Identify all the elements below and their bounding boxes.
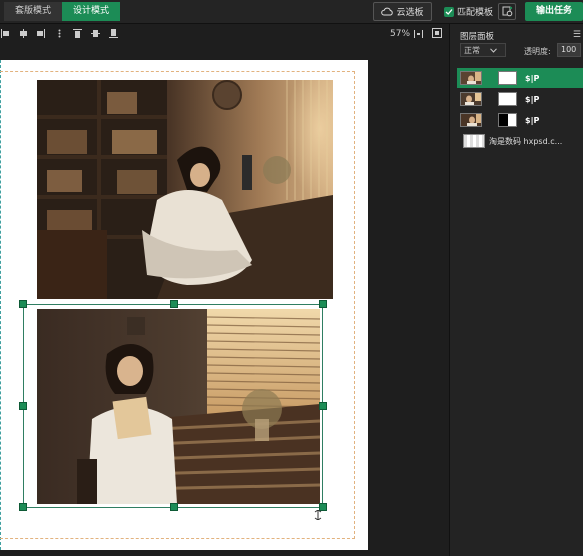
layer-item[interactable]: $|P bbox=[457, 89, 583, 109]
more-dots-icon[interactable] bbox=[54, 28, 64, 39]
layer-name: $|P bbox=[525, 115, 540, 125]
layer-item[interactable]: $|P bbox=[457, 68, 583, 88]
print-page[interactable] bbox=[0, 60, 368, 550]
resize-handle-left[interactable] bbox=[19, 402, 27, 410]
align-middle-v-icon[interactable] bbox=[90, 28, 100, 39]
layer-mask-thumbnail bbox=[498, 92, 517, 106]
match-template-checkbox[interactable]: 匹配模板 bbox=[444, 5, 493, 18]
blend-mode-select[interactable]: 正常 bbox=[460, 43, 506, 57]
resize-handle-top-left[interactable] bbox=[19, 300, 27, 308]
resize-handle-bottom[interactable] bbox=[170, 503, 178, 511]
align-top-icon[interactable] bbox=[72, 28, 82, 39]
fit-width-icon[interactable] bbox=[414, 29, 423, 39]
resize-handle-top[interactable] bbox=[170, 300, 178, 308]
match-template-label: 匹配模板 bbox=[457, 8, 494, 18]
selection-bounding-box[interactable] bbox=[19, 300, 327, 511]
export-task-button[interactable]: 输出任务 bbox=[525, 2, 583, 21]
blend-mode-value: 正常 bbox=[464, 45, 480, 55]
layer-name: $|P bbox=[525, 94, 540, 104]
cloud-icon bbox=[381, 7, 394, 16]
layer-item[interactable]: $|P bbox=[457, 110, 583, 130]
tab-design-mode[interactable]: 设计模式 bbox=[62, 2, 121, 21]
layer-name: 淘是数码 hxpsd.c... bbox=[489, 136, 563, 146]
settings-gear-icon bbox=[502, 6, 512, 17]
design-canvas[interactable] bbox=[0, 44, 449, 556]
resize-handle-right[interactable] bbox=[319, 402, 327, 410]
layers-panel: 图层面板 ☰ 正常 透明度: 100 $|P $|P $|P 淘是数码 hxps… bbox=[450, 24, 583, 556]
resize-handle-top-right[interactable] bbox=[319, 300, 327, 308]
layer-thumbnail bbox=[460, 92, 482, 106]
checkbox-checked-icon[interactable] bbox=[444, 6, 454, 17]
tab-template-mode[interactable]: 套版模式 bbox=[4, 2, 63, 21]
align-right-icon[interactable] bbox=[36, 28, 46, 39]
layer-mask-thumbnail bbox=[498, 113, 517, 127]
cloud-select-label: 云选板 bbox=[396, 8, 424, 18]
panel-menu-icon[interactable]: ☰ bbox=[573, 30, 581, 40]
align-tools bbox=[0, 28, 118, 39]
resize-handle-bottom-left[interactable] bbox=[19, 503, 27, 511]
layer-thumbnail bbox=[460, 71, 482, 85]
layer-thumbnail bbox=[460, 113, 482, 127]
opacity-label: 透明度: bbox=[524, 47, 551, 56]
top-bar: 套版模式 设计模式 云选板 匹配模板 输出任务 bbox=[0, 0, 583, 24]
template-settings-button[interactable] bbox=[498, 3, 516, 20]
layer-mask-thumbnail bbox=[498, 71, 517, 85]
fullscreen-icon[interactable] bbox=[432, 28, 442, 38]
chevron-down-icon bbox=[490, 47, 497, 53]
opacity-input[interactable]: 100 bbox=[557, 43, 581, 57]
layer-item-text[interactable]: 淘是数码 hxpsd.c... bbox=[457, 131, 583, 151]
cloud-select-button[interactable]: 云选板 bbox=[373, 2, 432, 21]
mode-tabs: 套版模式 设计模式 bbox=[4, 2, 121, 21]
girl-reading-bookshelf-photo[interactable] bbox=[37, 80, 333, 299]
align-center-h-icon[interactable] bbox=[18, 28, 28, 39]
layers-panel-header: 图层面板 ☰ bbox=[450, 28, 583, 42]
zoom-level[interactable]: 57% bbox=[390, 29, 410, 39]
align-bottom-icon[interactable] bbox=[108, 28, 118, 39]
canvas-toolbar: 57% bbox=[0, 24, 449, 44]
layers-panel-title: 图层面板 bbox=[460, 32, 495, 42]
align-left-icon[interactable] bbox=[0, 28, 10, 39]
text-layer-thumbnail bbox=[463, 134, 485, 148]
layer-name: $|P bbox=[525, 73, 540, 83]
resize-cursor-icon bbox=[314, 510, 322, 520]
